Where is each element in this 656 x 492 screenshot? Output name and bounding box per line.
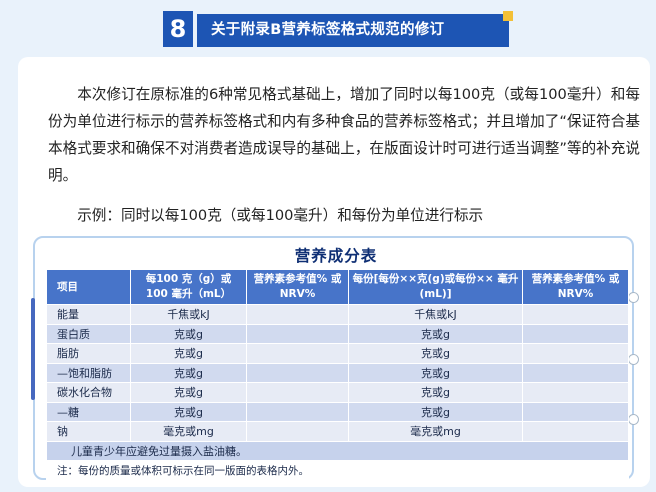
cell-nrv-serving <box>522 343 629 364</box>
header-per-serving: 每份[每份××克(g)或每份×× 毫升(mL)] <box>348 269 523 305</box>
revision-paragraph: 本次修订在原标准的6种常见格式基础上，增加了同时以每100克（或每100毫升）和… <box>48 86 640 184</box>
cell-nrv-serving <box>522 304 629 325</box>
cell-per-100: 克或g <box>130 323 247 344</box>
header-nrv-serving: 营养素参考值% 或NRV% <box>522 269 629 305</box>
cell-per-100: 千焦或kJ <box>130 304 247 325</box>
header-per-100: 每100 克（g）或 100 毫升（mL） <box>130 269 247 305</box>
row-label: 蛋白质 <box>46 323 131 344</box>
panel-knob-top <box>628 292 639 303</box>
cell-nrv-serving <box>522 421 629 442</box>
cell-nrv-100 <box>246 401 349 422</box>
section-number: 8 <box>163 11 193 47</box>
table-row: —饱和脂肪 克或g 克或g <box>46 362 629 383</box>
example-caption: 示例：同时以每100克（或每100毫升）和每份为单位进行标示 <box>77 207 484 224</box>
table-title: 营养成分表 <box>294 247 378 265</box>
cell-per-100: 克或g <box>130 362 247 383</box>
row-label: 能量 <box>46 304 131 325</box>
note-row: 注：每份的质量或体积可标示在同一版面的表格内外。 <box>46 460 629 481</box>
row-label: —饱和脂肪 <box>46 362 131 383</box>
warning-row: 儿童青少年应避免过量摄入盐油糖。 <box>46 440 629 461</box>
cell-nrv-serving <box>522 362 629 383</box>
cell-nrv-serving <box>522 382 629 403</box>
cell-nrv-serving <box>522 323 629 344</box>
row-label: 脂肪 <box>46 343 131 364</box>
header-item: 项目 <box>46 269 131 305</box>
note-text: 注：每份的质量或体积可标示在同一版面的表格内外。 <box>46 460 629 481</box>
cell-nrv-100 <box>246 382 349 403</box>
nutrition-table: 项目 每100 克（g）或 100 毫升（mL） 营养素参考值% 或NRV% 每… <box>46 269 629 481</box>
table-row: 碳水化合物 克或g 克或g <box>46 382 629 403</box>
warning-text: 儿童青少年应避免过量摄入盐油糖。 <box>46 440 629 461</box>
table-row: 脂肪 克或g 克或g <box>46 343 629 364</box>
panel-accent-bar <box>31 298 35 400</box>
row-label: —糖 <box>46 401 131 422</box>
cell-per-serving: 克或g <box>348 343 523 364</box>
cell-per-serving: 克或g <box>348 401 523 422</box>
cell-per-100: 克或g <box>130 382 247 403</box>
cell-per-serving: 克或g <box>348 362 523 383</box>
cell-nrv-100 <box>246 323 349 344</box>
panel-knob-middle <box>628 354 639 365</box>
table-row: 能量 千焦或kJ 千焦或kJ <box>46 304 629 325</box>
accent-square <box>503 11 513 21</box>
cell-per-serving: 千焦或kJ <box>348 304 523 325</box>
cell-per-serving: 克或g <box>348 382 523 403</box>
table-header-row: 项目 每100 克（g）或 100 毫升（mL） 营养素参考值% 或NRV% 每… <box>46 269 629 305</box>
row-label: 钠 <box>46 421 131 442</box>
cell-nrv-serving <box>522 401 629 422</box>
cell-nrv-100 <box>246 343 349 364</box>
table-row: 钠 毫克或mg 毫克或mg <box>46 421 629 442</box>
header-nrv-100: 营养素参考值% 或NRV% <box>246 269 349 305</box>
section-title: 关于附录B营养标签格式规范的修订 <box>197 14 509 47</box>
table-row: —糖 克或g 克或g <box>46 401 629 422</box>
section-header: 8 关于附录B营养标签格式规范的修订 <box>163 11 513 47</box>
cell-per-100: 克或g <box>130 343 247 364</box>
table-row: 蛋白质 克或g 克或g <box>46 323 629 344</box>
cell-nrv-100 <box>246 421 349 442</box>
cell-per-serving: 毫克或mg <box>348 421 523 442</box>
cell-nrv-100 <box>246 362 349 383</box>
cell-per-100: 克或g <box>130 401 247 422</box>
panel-knob-bottom <box>628 414 639 425</box>
cell-nrv-100 <box>246 304 349 325</box>
row-label: 碳水化合物 <box>46 382 131 403</box>
cell-per-serving: 克或g <box>348 323 523 344</box>
cell-per-100: 毫克或mg <box>130 421 247 442</box>
